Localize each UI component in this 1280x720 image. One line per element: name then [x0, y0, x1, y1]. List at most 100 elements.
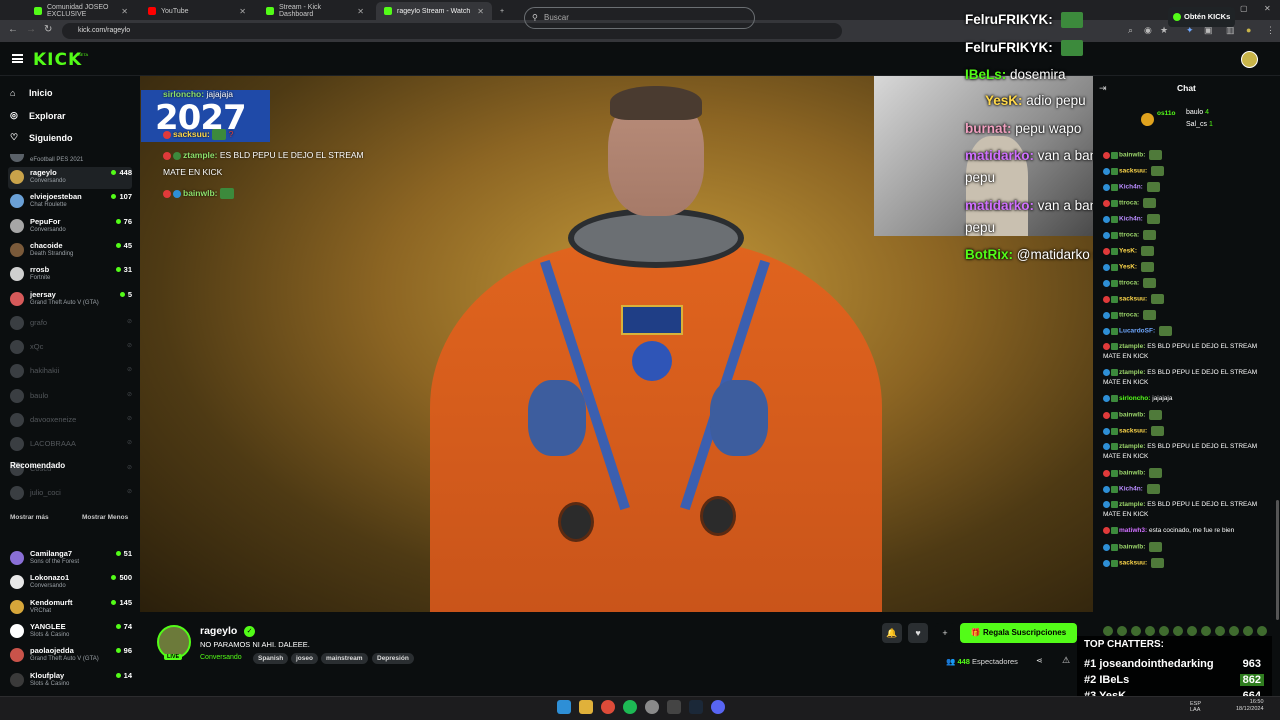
chat-username[interactable]: ttroca:	[1119, 312, 1139, 319]
chat-message[interactable]: ttroca:	[1103, 310, 1273, 321]
chat-username[interactable]: bainwlb:	[1119, 544, 1145, 551]
gift-subscriptions-button[interactable]: 🎁 Regala Suscripciones	[960, 623, 1077, 643]
chat-message[interactable]: bainwlb:	[1103, 542, 1273, 553]
search-input[interactable]: Buscar	[524, 7, 755, 29]
chat-username[interactable]: ttroca:	[1119, 280, 1139, 287]
clock[interactable]: 16:50 18/12/2024	[1236, 699, 1264, 713]
nav-siguiendo[interactable]: ♡ Siguiendo	[10, 132, 73, 143]
chat-username[interactable]: bainwlb:	[1119, 470, 1145, 477]
close-icon[interactable]: ✕	[477, 7, 484, 16]
emote-icon[interactable]	[1187, 626, 1197, 636]
chat-username[interactable]: sacksuu:	[1119, 296, 1147, 303]
chat-message[interactable]: Kich4n:	[1103, 214, 1273, 225]
eye-off-icon[interactable]: ◉	[1144, 25, 1152, 36]
chat-message[interactable]: ztample: ES BLD PEPU LE DEJO EL STREAM M…	[1103, 442, 1273, 462]
app-icon[interactable]	[667, 700, 681, 714]
share-icon[interactable]: ⋖	[1036, 656, 1043, 665]
reload-icon[interactable]: ↻	[44, 24, 52, 35]
sidebar-channel-lacobraaa[interactable]: LACOBRAAA ⊘	[8, 434, 132, 456]
tag-chip[interactable]: Depresión	[372, 653, 414, 664]
emote-icon[interactable]	[1243, 626, 1253, 636]
sidebar-channel-grafo[interactable]: grafo ⊘	[8, 313, 132, 335]
chat-username[interactable]: ztample:	[1119, 369, 1145, 376]
recommended-channel-kloufplay[interactable]: Kloufplay Slots & Casino 14	[8, 670, 132, 692]
sidebar-channel-elviejoesteban[interactable]: elviejoesteban Chat Roulette 107	[8, 191, 132, 213]
chat-scrollbar[interactable]	[1276, 500, 1279, 620]
chat-message[interactable]: sacksuu:	[1103, 558, 1273, 569]
emote-icon[interactable]	[1229, 626, 1239, 636]
chat-message[interactable]: LucardoSF:	[1103, 326, 1273, 337]
chat-username[interactable]: YesK:	[1119, 248, 1137, 255]
maximize-icon[interactable]: ▢	[1240, 4, 1248, 13]
chat-username[interactable]: Kich4n:	[1119, 184, 1143, 191]
chat-username[interactable]: bainwlb:	[1119, 412, 1145, 419]
spotify-icon[interactable]	[623, 700, 637, 714]
zoom-icon[interactable]: ⌕	[1128, 25, 1133, 36]
browser-tab[interactable]: YouTube ✕	[140, 2, 254, 20]
notification-bell-icon[interactable]: 🔔	[882, 623, 902, 643]
chat-username[interactable]: matiwh3:	[1119, 527, 1147, 534]
recommended-channel-camilanga7[interactable]: Camilanga7 Sons of the Forest 51	[8, 548, 132, 570]
file-explorer-icon[interactable]	[579, 700, 593, 714]
follow-heart-icon[interactable]: ♥	[908, 623, 928, 643]
chat-message[interactable]: sacksuu:	[1103, 294, 1273, 305]
chat-username[interactable]: Kich4n:	[1119, 216, 1143, 223]
sidebar-channel-davooxeneize[interactable]: davooxeneize ⊘	[8, 410, 132, 432]
chat-message[interactable]: bainwlb:	[1103, 150, 1273, 161]
steam-icon[interactable]	[689, 700, 703, 714]
kick-logo[interactable]: KICK	[33, 50, 82, 70]
chat-username[interactable]: YesK:	[1119, 264, 1137, 271]
chat-message[interactable]: sacksuu:	[1103, 426, 1273, 437]
profile-icon[interactable]: ●	[1246, 25, 1251, 35]
user-avatar[interactable]	[1241, 51, 1258, 68]
chat-username[interactable]: Kich4n:	[1119, 486, 1143, 493]
emote-icon[interactable]	[1257, 626, 1267, 636]
chat-message[interactable]: Kich4n:	[1103, 182, 1273, 193]
discord-icon[interactable]	[711, 700, 725, 714]
sidebar-channel-jeersay[interactable]: jeersay Grand Theft Auto V (GTA) 5	[8, 289, 132, 311]
chrome-icon[interactable]	[601, 700, 615, 714]
chat-username[interactable]: ztample:	[1119, 501, 1145, 508]
emote-icon[interactable]	[1117, 626, 1127, 636]
chat-message[interactable]: bainwlb:	[1103, 468, 1273, 479]
back-icon[interactable]: ←	[8, 24, 18, 35]
stream-category[interactable]: Conversando	[200, 654, 242, 661]
chat-message[interactable]: sirloncho: jajajaja	[1103, 394, 1273, 404]
chat-message[interactable]: sacksuu:	[1103, 166, 1273, 177]
emote-icon[interactable]	[1201, 626, 1211, 636]
close-icon[interactable]: ✕	[239, 7, 246, 16]
emote-icon[interactable]	[1215, 626, 1225, 636]
close-icon[interactable]: ✕	[121, 7, 128, 16]
sidebar-channel-pepufor[interactable]: PepuFor Conversando 76	[8, 216, 132, 238]
streamer-name[interactable]: rageylo	[200, 625, 237, 637]
nav-inicio[interactable]: ⌂ Inicio	[10, 88, 53, 98]
sidebar-channel-baulo[interactable]: baulo ⊘	[8, 386, 132, 408]
sidebar-channel-xqc[interactable]: xQc ⊘	[8, 337, 132, 359]
chat-username[interactable]: sacksuu:	[1119, 428, 1147, 435]
sidebar-channel-rageylo[interactable]: rageylo Conversando 448	[8, 167, 132, 189]
chat-username[interactable]: sacksuu:	[1119, 168, 1147, 175]
browser-tab[interactable]: Comunidad JOSEO EXCLUSIVE ✕	[26, 2, 136, 20]
chat-message[interactable]: ztample: ES BLD PEPU LE DEJO EL STREAM M…	[1103, 500, 1273, 520]
chat-username[interactable]: ttroca:	[1119, 232, 1139, 239]
hamburger-menu-icon[interactable]	[12, 54, 23, 63]
close-window-icon[interactable]: ✕	[1264, 4, 1271, 13]
chat-message[interactable]: YesK:	[1103, 246, 1273, 257]
recommended-channel-yanglee[interactable]: YANGLEE Slots & Casino 74	[8, 621, 132, 643]
chat-username[interactable]: ztample:	[1119, 443, 1145, 450]
forward-icon[interactable]: →	[26, 24, 36, 35]
show-more-link[interactable]: Mostrar más	[10, 514, 49, 521]
recommended-channel-paolaojedda[interactable]: paolaojedda Grand Theft Auto V (GTA) 96	[8, 645, 132, 667]
emote-icon[interactable]	[1173, 626, 1183, 636]
chat-message[interactable]: ttroca:	[1103, 278, 1273, 289]
emote-icon[interactable]	[1131, 626, 1141, 636]
tag-chip[interactable]: mainstream	[321, 653, 368, 664]
browser-tab[interactable]: Stream - Kick Dashboard ✕	[258, 2, 372, 20]
chat-username[interactable]: sirloncho:	[1119, 395, 1150, 402]
sidebar-channel-rrosb[interactable]: rrosb Fortnite 31	[8, 264, 132, 286]
chat-message[interactable]: bainwlb:	[1103, 410, 1273, 421]
sidebar-channel-julio_coci[interactable]: julio_coci ⊘	[8, 483, 132, 505]
emote-icon[interactable]	[1159, 626, 1169, 636]
windows-start-icon[interactable]	[557, 700, 571, 714]
new-tab-button[interactable]: +	[496, 2, 508, 20]
